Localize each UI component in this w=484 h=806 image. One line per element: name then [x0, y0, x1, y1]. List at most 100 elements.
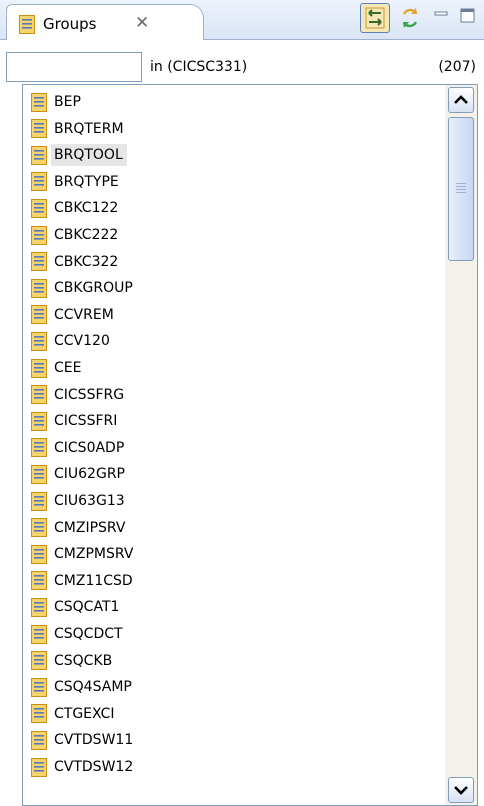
scroll-thumb[interactable]: [448, 117, 474, 261]
maximize-button[interactable]: [458, 6, 478, 26]
group-document-icon: [31, 757, 47, 777]
group-document-icon: [31, 438, 47, 458]
group-document-icon: [31, 92, 47, 112]
group-document-icon: [31, 252, 47, 272]
list-item-label: BRQTERM: [54, 120, 124, 137]
list-item[interactable]: CCVREM: [31, 302, 118, 328]
list-item[interactable]: CMZ11CSD: [31, 568, 137, 594]
groups-list[interactable]: BEP BRQTERM BRQTOOL BRQTYPE CBKC122 CBKC222 CB…: [23, 85, 445, 805]
list-item-label: CSQCDCT: [54, 626, 123, 642]
list-item[interactable]: CSQCAT1: [31, 594, 123, 620]
group-document-icon: [31, 677, 47, 697]
list-item[interactable]: BRQTOOL: [31, 142, 127, 168]
list-item-label: CIU63G13: [54, 493, 125, 509]
group-document-icon: [31, 651, 47, 671]
minimize-icon: [434, 11, 448, 16]
scroll-down-button[interactable]: [448, 777, 474, 803]
group-count: (207): [438, 59, 476, 75]
group-document-icon: [19, 15, 35, 34]
list-item[interactable]: CSQ4SAMP: [31, 674, 136, 700]
list-item[interactable]: CICS0ADP: [31, 435, 128, 461]
list-item[interactable]: CBKC122: [31, 195, 122, 221]
list-item-label: CSQCKB: [54, 652, 113, 669]
list-item-label: BRQTOOL: [51, 144, 127, 167]
list-item-label: CMZ11CSD: [54, 572, 133, 589]
link-with-editor-button[interactable]: [360, 3, 390, 33]
chevron-down-icon: [454, 786, 468, 795]
list-item[interactable]: CBKC322: [31, 249, 122, 275]
list-item-label: CMZIPSRV: [54, 519, 126, 536]
group-document-icon: [31, 331, 47, 351]
list-item[interactable]: CSQCKB: [31, 648, 116, 674]
group-document-icon: [31, 464, 47, 484]
list-item[interactable]: BRQTYPE: [31, 169, 123, 195]
group-document-icon: [31, 225, 47, 245]
group-document-icon: [31, 411, 47, 431]
list-item[interactable]: CTGEXCI: [31, 701, 119, 727]
link-with-editor-icon: [365, 7, 385, 29]
group-document-icon: [31, 172, 47, 192]
list-item-label: CVTDSW12: [54, 759, 134, 775]
sync-icon: [402, 8, 418, 28]
list-item[interactable]: CMZIPSRV: [31, 515, 129, 541]
list-item[interactable]: CSQCDCT: [31, 621, 127, 647]
tab-label: Groups: [43, 15, 97, 33]
list-item-label: CMZPMSRV: [54, 546, 134, 563]
list-item[interactable]: CEE: [31, 355, 85, 381]
chevron-up-icon: [454, 95, 468, 104]
sync-button[interactable]: [396, 4, 424, 32]
groups-list-frame: BEP BRQTERM BRQTOOL BRQTYPE CBKC122 CBKC222 CB…: [22, 84, 478, 806]
group-document-icon: [31, 198, 47, 218]
list-item-label: CBKC122: [54, 200, 119, 217]
maximize-icon: [460, 8, 475, 23]
group-document-icon: [31, 358, 47, 378]
group-document-icon: [31, 119, 47, 139]
group-document-icon: [31, 145, 47, 165]
list-item[interactable]: CIU62GRP: [31, 461, 129, 487]
group-document-icon: [31, 305, 47, 325]
group-document-icon: [31, 624, 47, 644]
list-item-label: BEP: [54, 94, 81, 110]
list-item-label: CEE: [54, 360, 82, 376]
group-document-icon: [31, 597, 47, 617]
list-item-label: CSQ4SAMP: [54, 679, 132, 696]
minimize-button[interactable]: [432, 6, 452, 26]
group-document-icon: [31, 571, 47, 591]
list-item[interactable]: CIU63G13: [31, 488, 129, 514]
list-item-label: CIU62GRP: [54, 466, 125, 483]
list-item-label: CBKC322: [54, 253, 119, 270]
tab-groups[interactable]: Groups ✕: [6, 4, 204, 40]
list-item[interactable]: CMZPMSRV: [31, 541, 137, 567]
group-document-icon: [31, 704, 47, 724]
list-item[interactable]: CCV120: [31, 328, 114, 354]
list-item[interactable]: CICSSFRI: [31, 408, 121, 434]
list-item-label: CICSSFRG: [54, 386, 125, 403]
list-item-label: CICSSFRI: [54, 413, 118, 430]
list-item-label: CBKC222: [54, 227, 119, 243]
list-item[interactable]: BEP: [31, 89, 85, 115]
list-item[interactable]: CICSSFRG: [31, 382, 128, 408]
group-document-icon: [31, 544, 47, 564]
list-item-label: BRQTYPE: [54, 173, 119, 190]
filter-input[interactable]: [6, 52, 142, 82]
list-item[interactable]: CBKGROUP: [31, 275, 137, 301]
view-tab-bar: Groups ✕: [0, 0, 484, 40]
grip-icon: [456, 183, 466, 193]
list-item[interactable]: CBKC222: [31, 222, 122, 248]
group-document-icon: [31, 730, 47, 750]
group-document-icon: [31, 385, 47, 405]
list-item-label: CCV120: [54, 333, 110, 350]
list-item-label: CTGEXCI: [54, 705, 115, 722]
list-item[interactable]: CVTDSW12: [31, 754, 137, 780]
list-item[interactable]: BRQTERM: [31, 116, 128, 142]
filter-scope-label: in (CICSC331): [150, 59, 248, 75]
list-item-label: CSQCAT1: [54, 599, 120, 616]
scroll-up-button[interactable]: [448, 87, 474, 113]
close-icon[interactable]: ✕: [135, 11, 149, 35]
list-item-label: CCVREM: [54, 306, 114, 323]
group-document-icon: [31, 278, 47, 298]
vertical-scrollbar[interactable]: [445, 85, 477, 805]
list-item[interactable]: CVTDSW11: [31, 727, 137, 753]
groups-view: Groups ✕ in (CICSC331) (207) BEP BRQTERM…: [0, 0, 484, 806]
list-item-label: CBKGROUP: [54, 280, 133, 297]
